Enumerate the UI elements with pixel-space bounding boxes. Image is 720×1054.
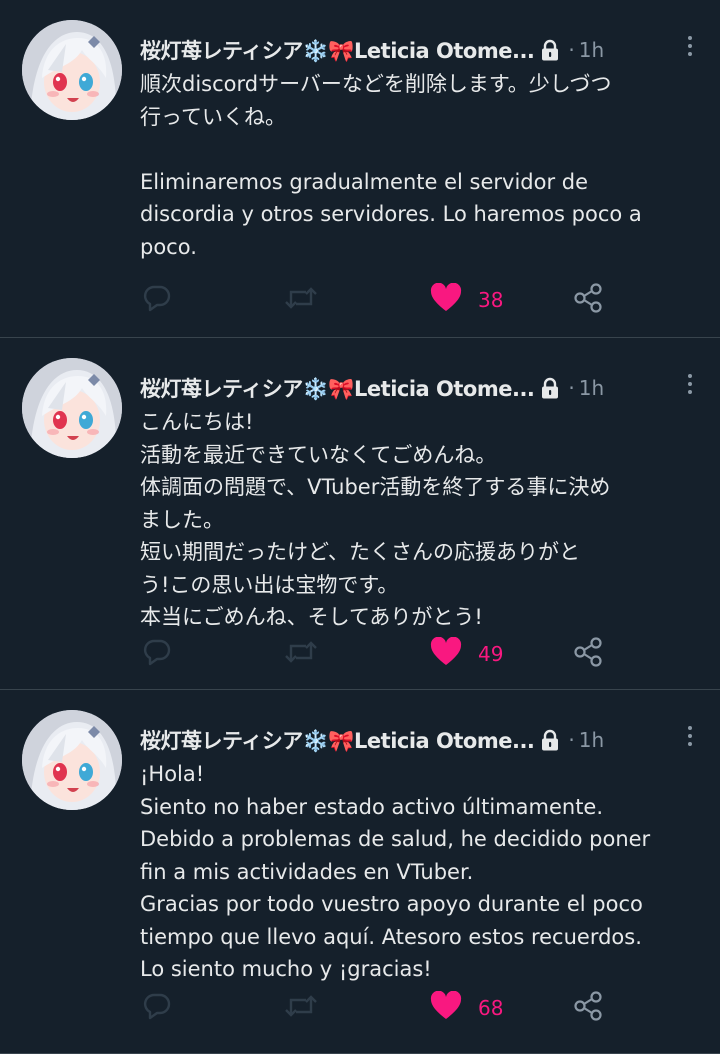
tweet-text: こんにちは! 活動を最近できていなくてごめんね。体調面の問題で、VTuber活動を… xyxy=(140,406,702,634)
avatar[interactable] xyxy=(22,358,122,458)
like-count: 49 xyxy=(478,642,504,666)
tweet-text-line: Eliminaremos gradualmente el servidor de xyxy=(140,169,589,194)
author-name[interactable]: 桜灯苺レティシア❄️🎀Leticia Otome... xyxy=(140,35,535,65)
reply-button[interactable] xyxy=(142,634,172,674)
tweet-text: ¡Hola! Siento no haber estado activo últi… xyxy=(140,758,702,986)
timeline: 桜灯苺レティシア❄️🎀Leticia Otome... · 1h 順次disco… xyxy=(0,0,720,1054)
tweet-text-line: 体調面の問題で、VTuber活動を終了する事に決め xyxy=(140,475,611,499)
tweet-text-line: Debido a problemas de salud, he decidido… xyxy=(140,827,651,851)
share-button[interactable] xyxy=(572,280,604,320)
tweet-text-line: tiempo que llevo aquí. Atesoro estos rec… xyxy=(140,924,642,949)
tweet[interactable]: 桜灯苺レティシア❄️🎀Leticia Otome... · 1h 順次disco… xyxy=(0,0,720,338)
reply-icon xyxy=(142,283,172,317)
like-button[interactable]: 68 xyxy=(430,988,503,1028)
timestamp[interactable]: 1h xyxy=(579,38,604,62)
timestamp[interactable]: 1h xyxy=(579,728,604,752)
more-options-icon[interactable] xyxy=(688,374,692,394)
tweet-text-line: Siento no haber estado activo últimament… xyxy=(140,794,604,819)
tweet-text-line: 順次discordサーバーなどを削除します。少しづつ xyxy=(140,72,612,96)
lock-icon xyxy=(540,377,560,399)
tweet-header: 桜灯苺レティシア❄️🎀Leticia Otome... · 1h xyxy=(140,32,720,68)
tweet-text-line: 行っていくね。 xyxy=(140,104,286,129)
tweet-text-line: ¡Hola! xyxy=(140,762,205,786)
lock-icon xyxy=(540,39,560,61)
more-options-icon[interactable] xyxy=(688,726,692,746)
heart-icon xyxy=(430,990,462,1025)
tweet-text-line: 活動を最近できていなくてごめんね。 xyxy=(140,442,497,467)
tweet-text-line: discordia y otros servidores. Lo haremos… xyxy=(140,202,642,226)
like-button[interactable]: 38 xyxy=(430,280,503,320)
tweet-text-line: fin a mis actividades en VTuber. xyxy=(140,859,474,884)
retweet-button[interactable] xyxy=(284,634,318,674)
like-count: 38 xyxy=(478,288,504,312)
heart-icon xyxy=(430,636,462,671)
share-icon xyxy=(572,990,604,1026)
reply-button[interactable] xyxy=(142,988,172,1028)
avatar-image xyxy=(22,710,122,810)
like-count: 68 xyxy=(478,996,504,1020)
avatar-image xyxy=(22,358,122,458)
separator-dot: · xyxy=(568,376,575,400)
tweet-text-line: Lo siento mucho y ¡gracias! xyxy=(140,957,432,981)
avatar[interactable] xyxy=(22,20,122,120)
heart-icon xyxy=(430,282,462,317)
share-icon xyxy=(572,282,604,318)
share-button[interactable] xyxy=(572,634,604,674)
author-name[interactable]: 桜灯苺レティシア❄️🎀Leticia Otome... xyxy=(140,725,535,755)
tweet-actions: 38 xyxy=(140,280,620,320)
tweet-text: 順次discordサーバーなどを削除します。少しづつ 行っていくね。 Elimina… xyxy=(140,68,702,263)
retweet-button[interactable] xyxy=(284,988,318,1028)
lock-icon xyxy=(540,729,560,751)
tweet-text-line: う!この思い出は宝物です。 xyxy=(140,572,399,597)
retweet-icon xyxy=(284,637,318,671)
tweet[interactable]: 桜灯苺レティシア❄️🎀Leticia Otome... · 1h ¡Hola! S… xyxy=(0,690,720,1054)
tweet-header: 桜灯苺レティシア❄️🎀Leticia Otome... · 1h xyxy=(140,722,720,758)
reply-icon xyxy=(142,637,172,671)
tweet-text-line: 短い期間だったけど、たくさんの応援ありがと xyxy=(140,540,580,564)
avatar-image xyxy=(22,20,122,120)
tweet-text-line xyxy=(140,133,702,166)
share-button[interactable] xyxy=(572,988,604,1028)
retweet-icon xyxy=(284,991,318,1025)
tweet-text-line: poco. xyxy=(140,234,197,259)
reply-button[interactable] xyxy=(142,280,172,320)
share-icon xyxy=(572,636,604,672)
timestamp[interactable]: 1h xyxy=(579,376,604,400)
tweet-text-line: こんにちは! xyxy=(140,410,254,434)
reply-icon xyxy=(142,991,172,1025)
tweet-text-line: 本当にごめんね、そしてありがとう! xyxy=(140,605,483,629)
tweet-header: 桜灯苺レティシア❄️🎀Leticia Otome... · 1h xyxy=(140,370,720,406)
retweet-button[interactable] xyxy=(284,280,318,320)
tweet-text-line: Gracias por todo vuestro apoyo durante e… xyxy=(140,892,643,916)
like-button[interactable]: 49 xyxy=(430,634,503,674)
tweet[interactable]: 桜灯苺レティシア❄️🎀Leticia Otome... · 1h こんにちは! 活… xyxy=(0,338,720,690)
tweet-actions: 49 xyxy=(140,634,620,674)
more-options-icon[interactable] xyxy=(688,36,692,56)
separator-dot: · xyxy=(568,38,575,62)
retweet-icon xyxy=(284,283,318,317)
author-name[interactable]: 桜灯苺レティシア❄️🎀Leticia Otome... xyxy=(140,373,535,403)
separator-dot: · xyxy=(568,728,575,752)
tweet-actions: 68 xyxy=(140,988,620,1028)
avatar[interactable] xyxy=(22,710,122,810)
tweet-text-line: ました。 xyxy=(140,507,224,532)
